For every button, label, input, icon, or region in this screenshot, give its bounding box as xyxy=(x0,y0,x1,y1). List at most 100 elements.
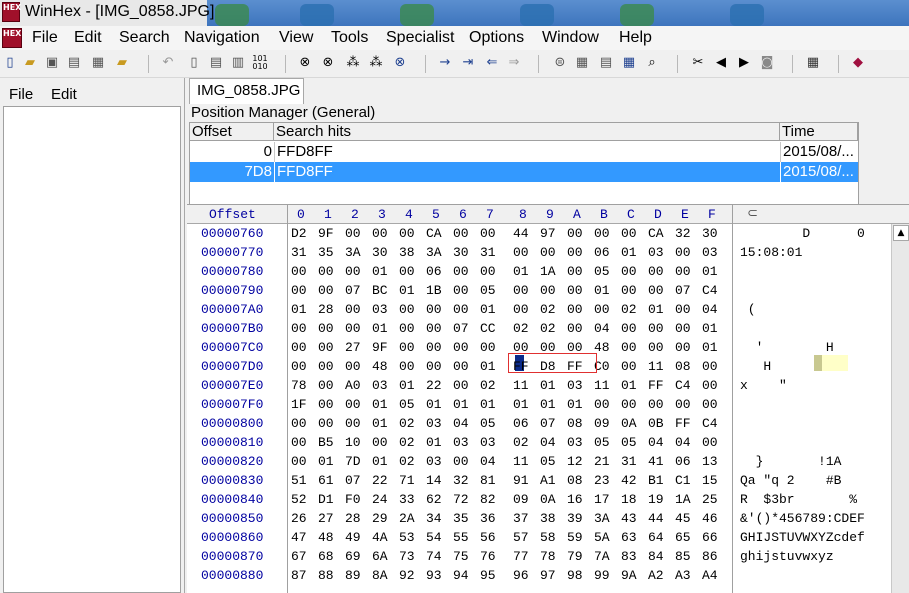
hex-byte[interactable]: 44 xyxy=(648,511,670,526)
hex-byte[interactable]: B1 xyxy=(648,473,670,488)
hex-byte[interactable]: 02 xyxy=(513,435,535,450)
hex-byte[interactable]: A4 xyxy=(702,568,724,583)
hex-byte[interactable]: 02 xyxy=(399,416,421,431)
hex-byte[interactable]: 00 xyxy=(621,397,643,412)
hex-row-text[interactable]: D 0 xyxy=(740,226,864,241)
hex-byte[interactable]: 68 xyxy=(318,549,340,564)
properties-icon[interactable]: ▦ xyxy=(90,55,106,71)
hex-byte[interactable]: 00 xyxy=(621,340,643,355)
hex-byte[interactable]: 00 xyxy=(702,397,724,412)
hex-byte[interactable]: 00 xyxy=(567,245,589,260)
hex-byte[interactable]: 00 xyxy=(621,283,643,298)
hex-byte[interactable]: 06 xyxy=(513,416,535,431)
hex-byte[interactable]: 98 xyxy=(567,568,589,583)
hex-byte[interactable]: C4 xyxy=(675,378,697,393)
hex-byte[interactable]: 00 xyxy=(513,302,535,317)
hex-byte[interactable]: 7D xyxy=(345,454,367,469)
menu-window[interactable]: Window xyxy=(542,29,599,47)
hex-byte[interactable]: 33 xyxy=(399,492,421,507)
hex-byte[interactable]: 00 xyxy=(345,397,367,412)
hex-byte[interactable]: 00 xyxy=(426,340,448,355)
hex-byte[interactable]: 01 xyxy=(399,283,421,298)
hex-row[interactable]: 00000780 00 00 00 01 00 06 00 00 01 1A 00 05 00 00 00 01 xyxy=(187,263,887,282)
hex-byte[interactable]: 79 xyxy=(567,549,589,564)
hex-byte[interactable]: 00 xyxy=(318,283,340,298)
ram-icon[interactable]: ▦ xyxy=(574,55,590,71)
hex-byte[interactable]: 03 xyxy=(372,378,394,393)
hex-byte[interactable]: 00 xyxy=(345,321,367,336)
hex-byte[interactable]: 00 xyxy=(318,416,340,431)
hex-byte[interactable]: 1B xyxy=(426,283,448,298)
hex-byte[interactable]: 47 xyxy=(291,530,313,545)
hex-row-text[interactable]: Qa "q 2 #B xyxy=(740,473,841,488)
hex-byte[interactable]: 89 xyxy=(345,568,367,583)
hex-byte[interactable]: 15 xyxy=(702,473,724,488)
hex-byte[interactable]: 00 xyxy=(567,302,589,317)
hex-byte[interactable]: 0B xyxy=(648,416,670,431)
hex-byte[interactable]: 05 xyxy=(399,397,421,412)
hex-byte[interactable]: A3 xyxy=(675,568,697,583)
hex-byte[interactable]: 00 xyxy=(291,340,313,355)
hex-byte[interactable]: 01 xyxy=(291,302,313,317)
hex-byte[interactable]: 42 xyxy=(621,473,643,488)
paste-special-icon[interactable]: ▥ xyxy=(230,55,246,71)
hex-byte[interactable]: 00 xyxy=(621,264,643,279)
hex-byte[interactable]: 0A xyxy=(540,492,562,507)
hex-byte[interactable]: 67 xyxy=(291,549,313,564)
hex-byte[interactable]: 86 xyxy=(702,549,724,564)
hex-byte[interactable]: 04 xyxy=(702,302,724,317)
menu-view[interactable]: View xyxy=(279,29,313,47)
hex-byte[interactable]: 02 xyxy=(399,454,421,469)
print-icon[interactable]: ▤ xyxy=(66,55,82,71)
hex-byte[interactable]: 22 xyxy=(426,378,448,393)
hex-byte[interactable]: 29 xyxy=(372,511,394,526)
hex-byte[interactable]: 00 xyxy=(675,397,697,412)
hex-byte[interactable]: 01 xyxy=(621,378,643,393)
hex-row-text[interactable]: ( xyxy=(740,302,756,317)
hex-byte[interactable]: 18 xyxy=(621,492,643,507)
hex-byte[interactable]: 48 xyxy=(318,530,340,545)
hex-row-text[interactable]: ' H xyxy=(740,340,834,355)
hex-byte[interactable]: 65 xyxy=(675,530,697,545)
hex-byte[interactable]: 01 xyxy=(621,245,643,260)
hex-byte[interactable]: 01 xyxy=(513,264,535,279)
forward-icon[interactable]: ⇒ xyxy=(506,55,522,71)
hex-byte[interactable]: 00 xyxy=(291,283,313,298)
hex-byte[interactable]: 06 xyxy=(426,264,448,279)
hex-byte[interactable]: 4A xyxy=(372,530,394,545)
hex-byte[interactable]: 00 xyxy=(540,245,562,260)
hex-byte[interactable]: 9F xyxy=(372,340,394,355)
hex-byte[interactable]: 01 xyxy=(480,397,502,412)
document-icon[interactable]: HEX xyxy=(2,28,22,48)
hex-byte[interactable]: B5 xyxy=(318,435,340,450)
hex-byte[interactable]: 58 xyxy=(540,530,562,545)
hex-byte[interactable]: 07 xyxy=(540,416,562,431)
hex-byte[interactable]: 56 xyxy=(480,530,502,545)
hex-byte[interactable]: 38 xyxy=(540,511,562,526)
hex-byte[interactable]: 03 xyxy=(702,245,724,260)
hex-byte[interactable]: 05 xyxy=(480,283,502,298)
hex-byte[interactable]: 87 xyxy=(291,568,313,583)
hex-byte[interactable]: 17 xyxy=(594,492,616,507)
hex-byte[interactable]: 09 xyxy=(594,416,616,431)
hex-row[interactable]: 000007A0 01 28 00 03 00 00 00 01 00 02 00 00 02 01 00 04… xyxy=(187,301,887,320)
hex-byte[interactable]: 01 xyxy=(372,321,394,336)
hex-byte[interactable]: 11 xyxy=(513,378,535,393)
hex-byte[interactable]: 28 xyxy=(318,302,340,317)
paste-icon[interactable]: ▤ xyxy=(208,55,224,71)
hex-byte[interactable]: 35 xyxy=(453,511,475,526)
hex-byte[interactable]: 00 xyxy=(480,226,502,241)
hex-byte[interactable]: 23 xyxy=(594,473,616,488)
hex-byte[interactable]: 73 xyxy=(399,549,421,564)
hex-byte[interactable]: 00 xyxy=(621,359,643,374)
hex-byte[interactable]: 00 xyxy=(399,264,421,279)
hex-byte[interactable]: 03 xyxy=(648,245,670,260)
hex-byte[interactable]: 30 xyxy=(372,245,394,260)
hex-byte[interactable]: 38 xyxy=(399,245,421,260)
hex-row-text[interactable]: x " xyxy=(740,378,787,393)
hex-byte[interactable]: 53 xyxy=(399,530,421,545)
hex-row[interactable]: 00000880 87 88 89 8A 92 93 94 95 96 97 98 99 9A A2 A3 A4 xyxy=(187,567,887,586)
hex-byte[interactable]: 27 xyxy=(345,340,367,355)
hex-byte[interactable]: 61 xyxy=(318,473,340,488)
hex-byte[interactable]: 69 xyxy=(345,549,367,564)
